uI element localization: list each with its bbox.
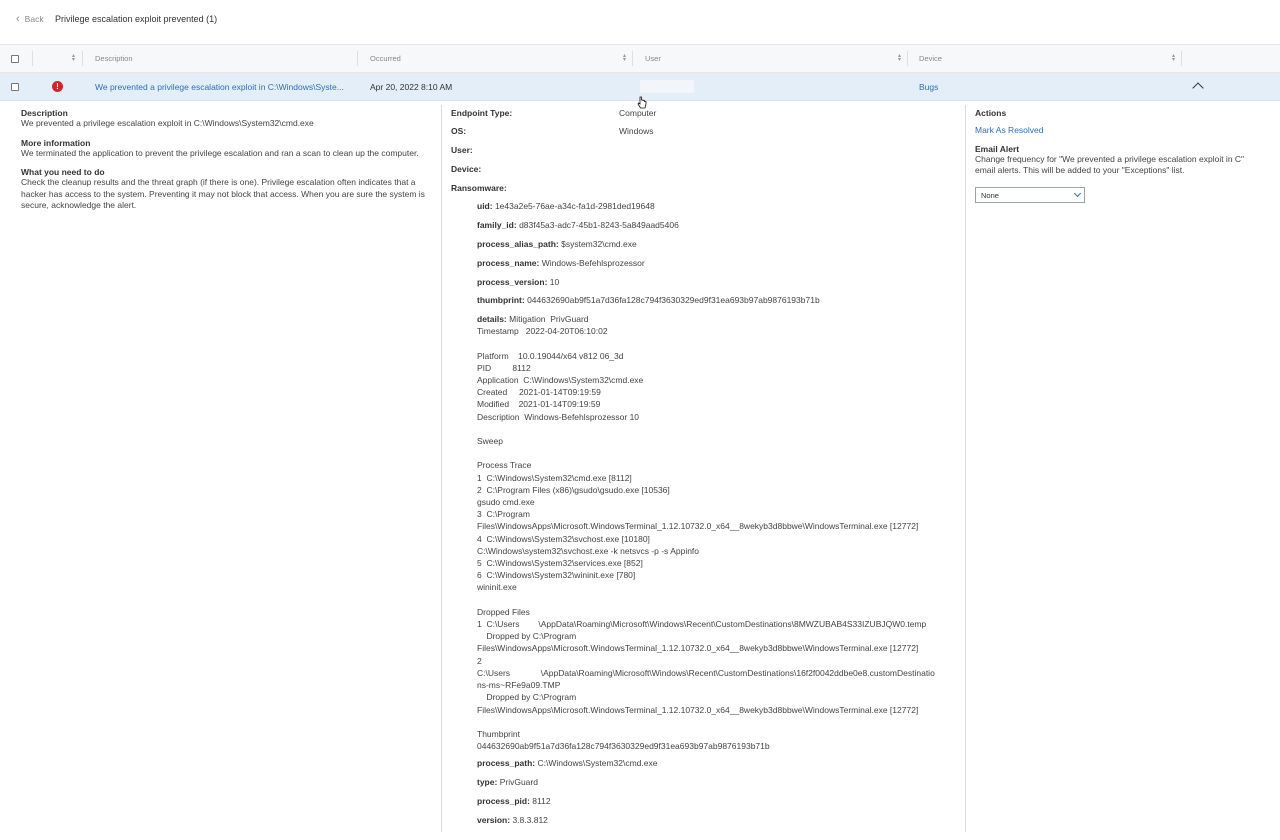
field-uid: uid: 1e43a2e5-76ae-a34c-fa1d-2981ded1964… (477, 200, 655, 212)
column-divider (1181, 51, 1182, 66)
field-key: family_id: (477, 220, 517, 230)
column-divider (82, 51, 83, 66)
device-label: Device: (451, 164, 482, 174)
field-process-version: process_version: 10 (477, 276, 559, 288)
sort-icon: ▴ ▾ (71, 53, 75, 63)
field-key: type: (477, 777, 498, 787)
field-key: process_pid: (477, 796, 530, 806)
description-column-header[interactable]: Description (95, 45, 357, 72)
todo-text: Check the cleanup results and the threat… (21, 177, 425, 210)
chevron-left-icon: ‹ (16, 13, 20, 25)
os-label: OS: (451, 126, 467, 136)
divider (441, 105, 442, 832)
field-process-alias-path: process_alias_path: $system32\cmd.exe (477, 238, 637, 250)
back-button[interactable]: ‹ Back (16, 13, 44, 25)
field-process-path: process_path: C:\Windows\System32\cmd.ex… (477, 757, 657, 769)
column-divider (632, 51, 633, 66)
field-key: process_name: (477, 258, 540, 268)
field-value: $system32\cmd.exe (561, 239, 637, 249)
user-column-header[interactable]: User ▴ ▾ (645, 45, 907, 72)
field-value: PrivGuard (499, 777, 538, 787)
field-value: 3.8.3.812 (512, 815, 548, 825)
field-process-name: process_name: Windows-Befehlsprozessor (477, 257, 645, 269)
ransomware-label: Ransomware: (451, 183, 507, 193)
redacted-user (640, 80, 694, 93)
select-all-checkbox-cell (11, 45, 19, 72)
field-key: version: (477, 815, 511, 825)
column-label: User (645, 54, 661, 63)
sort-icon: ▴ ▾ (897, 53, 901, 63)
column-label: Occurred (370, 54, 401, 63)
actions-heading: Actions (975, 108, 1007, 118)
severity-column-header[interactable]: ▴ ▾ (33, 45, 81, 72)
more-info-heading: More information (21, 137, 91, 148)
email-frequency-select[interactable]: None (975, 187, 1085, 203)
details-text: Mitigation PrivGuard Timestamp 2022-04-2… (477, 314, 935, 752)
hand-cursor-icon (637, 96, 647, 109)
chevron-down-icon (1073, 189, 1082, 198)
row-checkbox[interactable] (11, 82, 19, 91)
field-thumbprint: thumbprint: 044632690ab9f51a7d36fa128c79… (477, 294, 820, 306)
back-label: Back (24, 14, 44, 24)
field-value: 10 (549, 277, 560, 287)
chevron-up-icon[interactable] (1192, 82, 1204, 94)
field-key: thumbprint: (477, 295, 525, 305)
field-version: version: 3.8.3.812 (477, 814, 548, 826)
field-key: process_path: (477, 758, 536, 768)
field-value: 8112 (532, 796, 551, 806)
todo-heading: What you need to do (21, 167, 105, 177)
description-text: We prevented a privilege escalation expl… (21, 118, 314, 128)
os-value: Windows (619, 126, 654, 136)
field-process-pid: process_pid: 8112 (477, 795, 551, 807)
user-cell (640, 73, 694, 100)
field-value: Windows-Befehlsprozessor (541, 258, 645, 268)
field-value: 044632690ab9f51a7d36fa128c794f3630329ed9… (527, 295, 820, 305)
actions-panel: Actions Mark As Resolved Email Alert Cha… (975, 108, 1260, 177)
page-title: Privilege escalation exploit prevented (… (55, 14, 218, 24)
field-key: uid: (477, 201, 493, 211)
sort-icon: ▴ ▾ (1171, 53, 1175, 63)
column-divider (357, 51, 358, 66)
column-divider (907, 51, 908, 66)
column-label: Description (95, 54, 133, 63)
row-checkbox-cell (11, 73, 19, 100)
endpoint-type-label: Endpoint Type: (451, 108, 513, 118)
occurred-cell: Apr 20, 2022 8:10 AM (370, 81, 453, 92)
description-heading: Description (21, 108, 68, 118)
field-key: process_alias_path: (477, 239, 559, 249)
divider (965, 105, 966, 832)
field-key: process_version: (477, 277, 548, 287)
alert-description-link[interactable]: We prevented a privilege escalation expl… (95, 73, 344, 100)
more-info-text: We terminated the application to prevent… (21, 147, 419, 158)
field-key: details: (477, 314, 507, 324)
mark-as-resolved-link[interactable]: Mark As Resolved (975, 125, 1260, 137)
sort-icon: ▴ ▾ (622, 53, 626, 63)
field-value: 1e43a2e5-76ae-a34c-fa1d-2981ded19648 (494, 201, 655, 211)
field-family-id: family_id: d83f45a3-adc7-45b1-8243-5a849… (477, 219, 679, 231)
user-label: User: (451, 145, 473, 155)
error-icon: ! (52, 81, 63, 92)
occurred-column-header[interactable]: Occurred ▴ ▾ (370, 45, 632, 72)
alert-details-panel: Description We prevented a privilege esc… (21, 108, 426, 212)
field-details: details: Mitigation PrivGuard Timestamp … (477, 313, 935, 752)
select-all-checkbox[interactable] (11, 54, 19, 63)
device-link[interactable]: Bugs (919, 73, 938, 100)
email-alert-text: Change frequency for "We prevented a pri… (975, 153, 1245, 176)
device-column-header[interactable]: Device ▴ ▾ (919, 45, 1181, 72)
top-bar: ‹ Back Privilege escalation exploit prev… (0, 0, 1280, 45)
table-header: ▴ ▾ Description Occurred ▴ ▾ User ▴ ▾ Devic… (0, 45, 1280, 73)
field-type: type: PrivGuard (477, 776, 538, 788)
email-alert-heading: Email Alert (975, 143, 1020, 154)
field-value: d83f45a3-adc7-45b1-8243-5a849aad5406 (519, 220, 679, 230)
column-label: Device (919, 54, 942, 63)
field-value: C:\Windows\System32\cmd.exe (537, 758, 658, 768)
select-value: None (981, 190, 999, 200)
severity-cell: ! (52, 73, 63, 100)
